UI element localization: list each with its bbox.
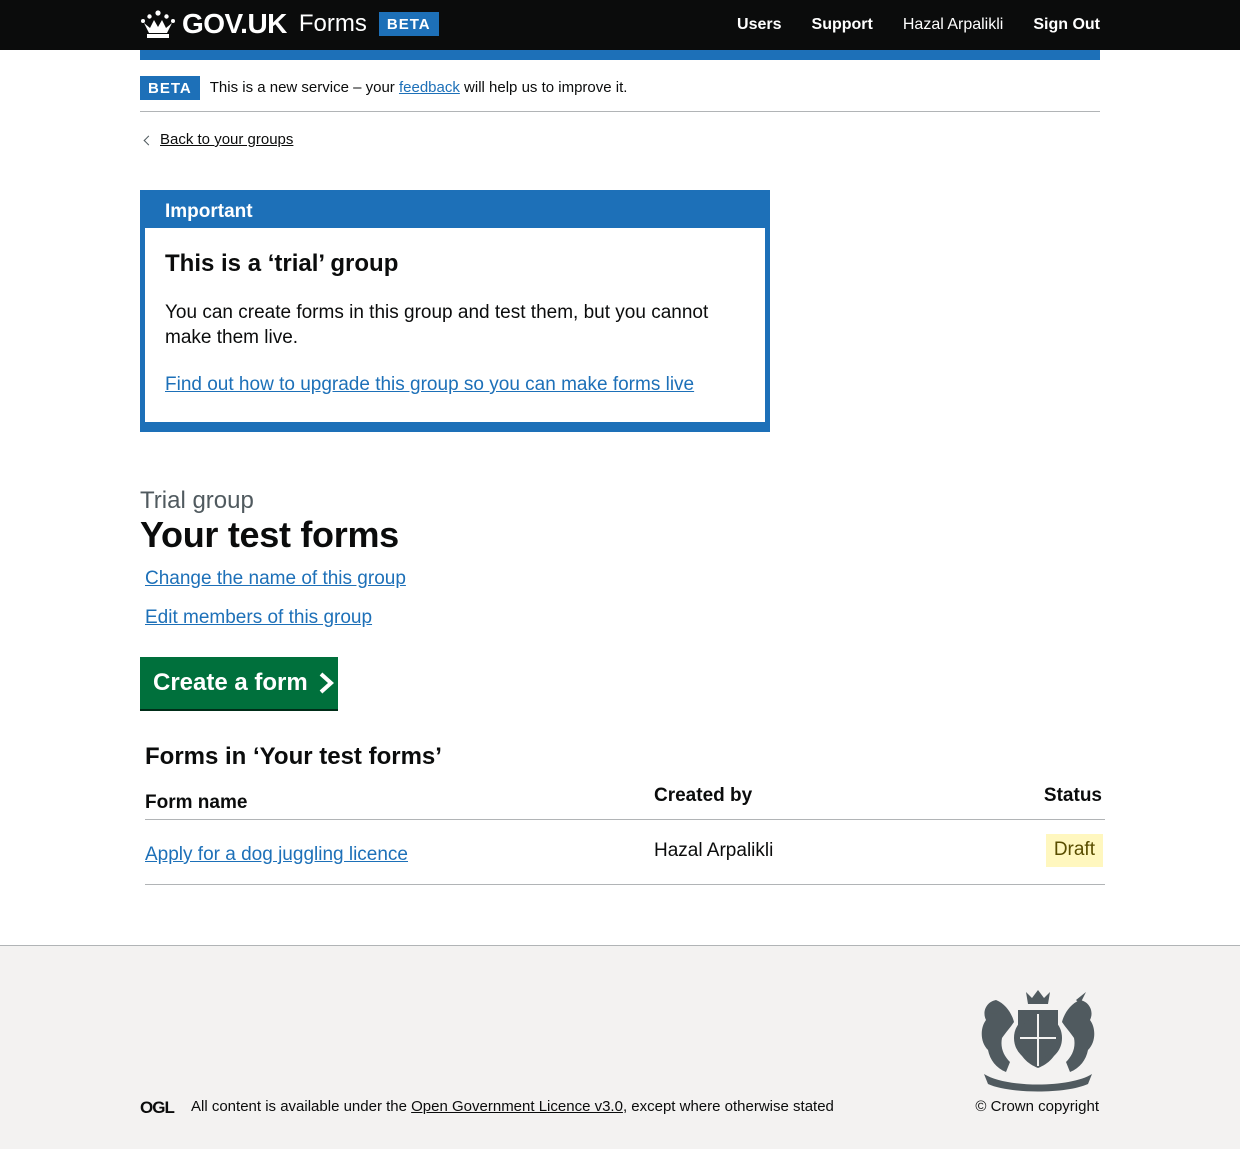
govuk-logotype: GOV.UK [182, 8, 287, 39]
sign-out-link[interactable]: Sign Out [1033, 16, 1100, 34]
column-header-form-name: Form name [145, 792, 248, 813]
back-link-container: Back to your groups [143, 131, 293, 148]
create-form-button[interactable]: Create a form [140, 657, 338, 709]
nav-support-link[interactable]: Support [812, 16, 873, 34]
forms-table-caption: Forms in ‘Your test forms’ [145, 743, 442, 770]
notification-content: This is a ‘trial’ group You can create f… [145, 228, 765, 422]
site-header: GOV.UK Forms BETA Users Support Hazal Ar… [0, 0, 1240, 50]
form-created-by: Hazal Arpalikli [654, 840, 774, 861]
header-blue-bar [140, 50, 1100, 60]
crown-copyright-link[interactable]: © Crown copyright [975, 1098, 1099, 1115]
ogl-logo-text: OGL [140, 1098, 174, 1115]
phase-text-before: This is a new service – your [209, 79, 399, 96]
site-footer: OGL All content is available under the O… [0, 945, 1240, 1149]
page-title: Your test forms [140, 514, 399, 555]
phase-tag: BETA [140, 75, 200, 100]
form-name-link[interactable]: Apply for a dog juggling licence [145, 844, 408, 866]
phase-text-after: will help us to improve it. [459, 79, 628, 96]
notification-title: Important [165, 201, 253, 222]
header-phase-tag: BETA [378, 12, 439, 36]
column-header-created-by: Created by [654, 785, 753, 806]
page-caption: Trial group [140, 487, 254, 514]
create-form-button-label: Create a form [153, 669, 308, 696]
status-badge: Draft [1045, 834, 1103, 867]
important-notification-banner: Important This is a ‘trial’ group You ca… [140, 190, 770, 432]
open-government-licence-link[interactable]: Open Government Licence v3.0 [411, 1098, 623, 1115]
notification-body: You can create forms in this group and t… [165, 302, 709, 348]
upgrade-group-link[interactable]: Find out how to upgrade this group so yo… [165, 374, 694, 395]
crown-icon [141, 10, 175, 38]
feedback-link[interactable]: feedback [399, 79, 460, 96]
service-name: Forms [298, 10, 367, 37]
royal-coat-of-arms-icon [981, 990, 1095, 1092]
table-header-divider [145, 819, 1105, 820]
back-to-groups-link[interactable]: Back to your groups [160, 131, 293, 148]
chevron-right-icon [319, 672, 334, 694]
licence-text: All content is available under the Open … [191, 1098, 834, 1115]
ogl-logo-icon: OGL [140, 1098, 175, 1115]
chevron-left-icon [143, 135, 154, 145]
phase-banner-text: This is a new service – your feedback wi… [210, 79, 628, 96]
edit-members-link[interactable]: Edit members of this group [145, 607, 372, 629]
change-group-name-link[interactable]: Change the name of this group [145, 568, 406, 590]
nav-users-link[interactable]: Users [737, 16, 781, 34]
notification-heading: This is a ‘trial’ group [165, 250, 399, 277]
phase-banner: BETA This is a new service – your feedba… [140, 60, 1100, 112]
column-header-status: Status [1043, 785, 1102, 806]
header-navigation: Users Support Hazal Arpalikli Sign Out [737, 0, 1100, 50]
table-row-divider [145, 884, 1105, 885]
govuk-home-link[interactable]: GOV.UK Forms BETA [140, 6, 439, 42]
signed-in-user-name: Hazal Arpalikli [902, 16, 1004, 33]
licence-text-before: All content is available under the [191, 1098, 412, 1115]
licence-text-after: , except where otherwise stated [622, 1098, 834, 1115]
